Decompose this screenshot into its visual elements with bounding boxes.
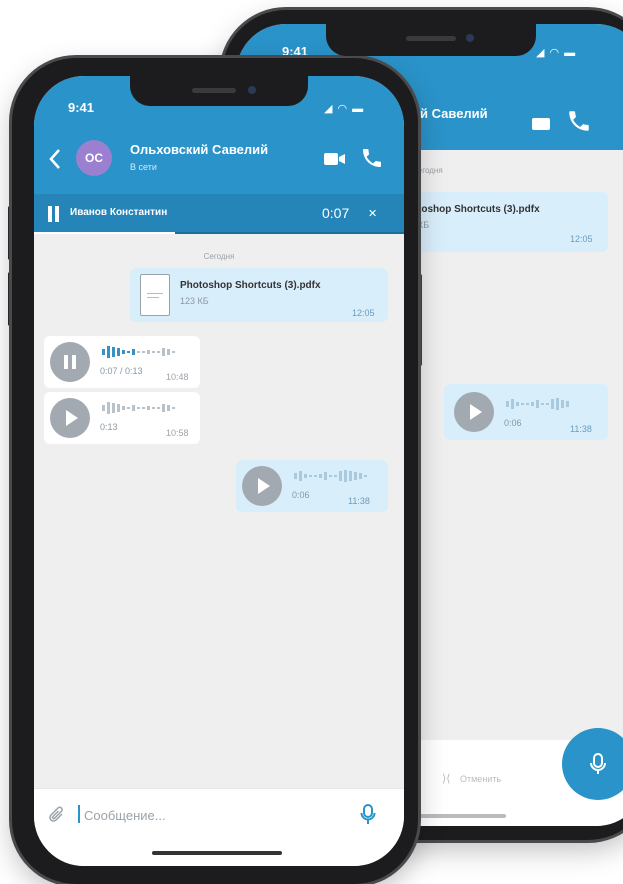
voice-message-outgoing[interactable]: 0:06 11:38	[236, 460, 388, 512]
player-pause-icon[interactable]	[48, 206, 60, 222]
paperclip-icon[interactable]	[48, 805, 66, 830]
text-cursor	[78, 805, 80, 823]
player-name: Иванов Константин	[70, 207, 168, 218]
front-phone: 9:41 ◢ ◠ ▬ ОС Ольховский Савелий В сети …	[12, 58, 418, 884]
audio-player-bar[interactable]: Иванов Константин 0:07 ✕	[34, 194, 404, 234]
home-indicator	[152, 851, 282, 855]
file-name: Photoshop Shortcuts (3).pdfx	[180, 280, 321, 291]
back-status-icons: ◢ ◠ ▬	[536, 47, 577, 59]
pause-icon[interactable]	[50, 342, 90, 382]
contact-status: В сети	[130, 162, 157, 172]
voice-time-3: 11:38	[348, 496, 370, 506]
document-icon	[140, 274, 170, 316]
voice-message-playing[interactable]: 0:07 / 0:13 10:48	[44, 336, 200, 388]
player-progress-fill	[34, 232, 175, 234]
player-progress-track[interactable]	[34, 232, 404, 234]
voice-progress: 0:07 / 0:13	[100, 366, 143, 376]
message-input[interactable]	[82, 803, 356, 827]
contact-name[interactable]: Ольховский Савелий	[130, 142, 268, 157]
player-time: 0:07	[322, 205, 350, 221]
voice-message[interactable]: 0:13 10:58	[44, 392, 200, 444]
play-icon[interactable]	[50, 398, 90, 438]
back-icon[interactable]	[48, 148, 62, 175]
back-voice-play-icon[interactable]	[454, 392, 494, 432]
file-size: 123 КБ	[180, 296, 209, 306]
back-microphone-icon	[588, 752, 608, 781]
voice-waveform-played	[100, 344, 190, 360]
voice-duration-3: 0:06	[292, 490, 310, 500]
play-icon[interactable]	[242, 466, 282, 506]
voice-time-1: 10:48	[166, 372, 189, 382]
voice-waveform-outgoing	[292, 468, 382, 484]
back-file-size: КБ	[418, 220, 430, 230]
back-file-message[interactable]: toshop Shortcuts (3).pdfx КБ 12:05	[412, 192, 608, 252]
back-notch	[326, 24, 536, 56]
voice-waveform	[100, 400, 190, 416]
avatar[interactable]: ОС	[76, 140, 112, 176]
status-time: 9:41	[68, 100, 95, 115]
date-separator: Сегодня	[203, 252, 235, 261]
video-camera-icon[interactable]	[324, 152, 346, 171]
voice-duration-2: 0:13	[100, 422, 118, 432]
back-side-button	[418, 274, 422, 366]
back-voice-duration: 0:06	[504, 418, 522, 428]
back-video-icon[interactable]	[532, 118, 550, 130]
back-voice-waveform	[504, 396, 594, 412]
close-icon[interactable]: ✕	[368, 207, 377, 220]
back-cancel-icon[interactable]: ⟩⟨	[442, 772, 451, 785]
back-file-time: 12:05	[570, 234, 593, 244]
back-file-name: toshop Shortcuts (3).pdfx	[418, 204, 540, 215]
message-input-bar	[34, 788, 404, 866]
back-cancel-label[interactable]: Отменить	[460, 774, 501, 784]
front-notch	[130, 76, 308, 106]
back-voice-time: 11:38	[570, 424, 592, 434]
back-status-time: 9:41	[282, 44, 309, 59]
phone-icon[interactable]	[360, 146, 384, 175]
back-contact-name: ий Савелий	[412, 106, 488, 121]
status-icons: ◢ ◠ ▬	[324, 103, 365, 115]
file-time: 12:05	[352, 308, 375, 318]
back-voice-message[interactable]: 0:06 11:38	[444, 384, 608, 440]
front-phone-screen: 9:41 ◢ ◠ ▬ ОС Ольховский Савелий В сети …	[34, 76, 404, 866]
avatar-initials: ОС	[85, 151, 103, 165]
file-message[interactable]: Photoshop Shortcuts (3).pdfx 123 КБ 12:0…	[130, 268, 388, 322]
back-phone-icon[interactable]	[566, 108, 592, 139]
voice-time-2: 10:58	[166, 428, 189, 438]
microphone-icon[interactable]	[360, 803, 376, 830]
